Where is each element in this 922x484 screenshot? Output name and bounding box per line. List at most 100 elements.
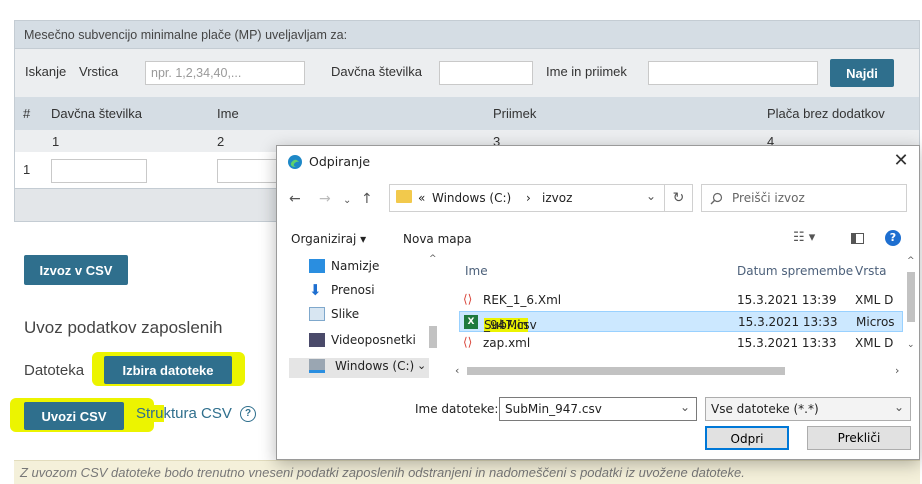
nav-item-windows-c[interactable]: Windows (C:) ⌄ bbox=[289, 358, 429, 378]
file-date: 15.3.2021 13:33 bbox=[737, 336, 837, 350]
folder-icon bbox=[396, 190, 412, 203]
open-button[interactable]: Odpri bbox=[705, 426, 789, 450]
search-placeholder: Preišči izvoz bbox=[732, 191, 805, 205]
file-type: XML D bbox=[855, 336, 894, 350]
scroll-right-icon[interactable]: › bbox=[895, 364, 899, 377]
panel-header: Mesečno subvencijo minimalne plače (MP) … bbox=[14, 20, 920, 49]
address-prefix: « bbox=[418, 191, 426, 205]
nav-item-label: Windows (C:) bbox=[335, 359, 415, 373]
col-number-1: 1 bbox=[52, 134, 60, 149]
col-type-header[interactable]: Vrsta bbox=[855, 264, 886, 278]
izbira-datoteke-button[interactable]: Izbira datoteke bbox=[104, 356, 232, 384]
col-date-header[interactable]: Datum spremembe bbox=[737, 264, 853, 278]
vrstica-label: Vrstica bbox=[79, 64, 119, 79]
file-type-filter[interactable]: Vse datoteke (*.*) ⌄ bbox=[705, 397, 911, 421]
address-dropdown-icon[interactable]: ⌄ bbox=[646, 189, 656, 203]
page-heading-cut bbox=[4, 0, 704, 6]
col-ime: Ime bbox=[217, 106, 239, 121]
expand-chevron-icon[interactable]: ⌄ bbox=[417, 359, 426, 372]
najdi-button[interactable]: Najdi bbox=[830, 59, 894, 87]
ime-priimek-label: Ime in priimek bbox=[546, 64, 627, 79]
help-icon[interactable]: ? bbox=[240, 406, 256, 422]
col-number-2: 2 bbox=[217, 134, 225, 149]
filename-dropdown-icon[interactable]: ⌄ bbox=[680, 400, 690, 414]
navigation-pane: Namizje ⬇ Prenosi Slike Videoposnetki Wi… bbox=[289, 254, 441, 380]
nav-scrollbar[interactable]: ^ bbox=[427, 254, 439, 380]
col-priimek: Priimek bbox=[493, 106, 537, 121]
file-row[interactable]: ⟨⟩ zap.xml 15.3.2021 13:33 XML D bbox=[459, 333, 903, 354]
footer-note: Z uvozom CSV datoteke bodo trenutno vnes… bbox=[14, 460, 920, 484]
vrstica-input[interactable] bbox=[145, 61, 305, 85]
dialog-title: Odpiranje bbox=[309, 154, 371, 169]
videos-icon bbox=[309, 333, 325, 347]
iskanje-label: Iskanje bbox=[25, 64, 67, 79]
row-ime-input[interactable] bbox=[217, 159, 277, 183]
edge-icon bbox=[288, 155, 302, 169]
back-arrow-icon[interactable]: ← bbox=[289, 191, 301, 207]
struktura-link-rest: ktura CSV bbox=[163, 405, 232, 422]
table-header: # Davčna številka Ime Priimek Plača brez… bbox=[14, 97, 920, 130]
file-name: REK_1_6.Xml bbox=[483, 293, 562, 307]
search-row: Iskanje Vrstica Davčna številka Ime in p… bbox=[14, 49, 920, 97]
footer-note-text: Z uvozom CSV datoteke bodo trenutno vnes… bbox=[20, 465, 745, 480]
address-bar[interactable]: « Windows (C:) › izvoz ⌄ bbox=[389, 184, 665, 212]
filter-dropdown-icon[interactable]: ⌄ bbox=[894, 400, 904, 414]
izvoz-csv-button[interactable]: Izvoz v CSV bbox=[24, 255, 128, 285]
file-name: zap.xml bbox=[483, 336, 531, 350]
scroll-thumb[interactable] bbox=[467, 367, 785, 375]
recent-chevron-icon[interactable]: ⌄ bbox=[343, 195, 351, 206]
search-box[interactable]: Preišči izvoz bbox=[701, 184, 907, 212]
cancel-button[interactable]: Prekliči bbox=[807, 426, 911, 450]
datoteka-label: Datoteka bbox=[24, 362, 85, 379]
forward-arrow-icon[interactable]: → bbox=[319, 191, 331, 207]
ime-priimek-input[interactable] bbox=[648, 61, 818, 85]
filename-input[interactable]: SubMin_947.csv ⌄ bbox=[499, 397, 697, 421]
pictures-icon bbox=[309, 307, 325, 321]
nav-item-label: Slike bbox=[331, 307, 360, 321]
nav-scroll-thumb[interactable] bbox=[429, 326, 437, 348]
file-scroll-thumb[interactable] bbox=[907, 272, 915, 322]
address-part-folder[interactable]: izvoz bbox=[542, 191, 572, 205]
davcna-label: Davčna številka bbox=[331, 64, 423, 79]
row-index: 1 bbox=[23, 162, 31, 177]
horizontal-scrollbar[interactable]: ‹ › bbox=[451, 362, 911, 380]
organize-menu[interactable]: Organiziraj ▾ bbox=[291, 232, 366, 246]
up-arrow-icon[interactable]: ↑ bbox=[361, 191, 373, 207]
address-part-drive[interactable]: Windows (C:) bbox=[432, 191, 511, 205]
dialog-toolbar: Organiziraj ▾ Nova mapa ☷ ▾ ? bbox=[277, 226, 919, 252]
scroll-left-icon[interactable]: ‹ bbox=[455, 364, 459, 377]
col-placa: Plača brez dodatkov bbox=[767, 106, 885, 121]
file-row-selected[interactable]: X SubMin _947.csv 15.3.2021 13:33 Micros bbox=[459, 311, 903, 332]
col-davcna: Davčna številka bbox=[51, 106, 143, 121]
drive-icon bbox=[309, 359, 325, 373]
file-vertical-scrollbar[interactable]: ^ ⌄ bbox=[905, 256, 917, 356]
col-hash: # bbox=[23, 106, 31, 121]
refresh-icon[interactable]: ↻ bbox=[665, 184, 693, 212]
xml-file-icon bbox=[463, 355, 477, 361]
nav-item-label: Prenosi bbox=[331, 283, 375, 297]
uvoz-section-title: Uvoz podatkov zaposlenih bbox=[24, 318, 223, 337]
uvozi-csv-button[interactable]: Uvozi CSV bbox=[24, 402, 124, 430]
search-icon bbox=[710, 192, 723, 205]
preview-pane-icon[interactable] bbox=[851, 233, 864, 244]
struktura-csv-link[interactable]: Struktura CSV bbox=[136, 405, 232, 422]
nav-item-label: Videoposnetki bbox=[331, 333, 416, 347]
davcna-input[interactable] bbox=[439, 61, 533, 85]
file-row[interactable]: ⟨⟩ REK_1_6.Xml 15.3.2021 13:39 XML D bbox=[459, 290, 903, 311]
filename-value: SubMin_947.csv bbox=[505, 402, 602, 416]
col-name-header[interactable]: Ime bbox=[465, 264, 488, 278]
download-icon: ⬇ bbox=[309, 281, 322, 299]
help-circle-icon[interactable]: ? bbox=[885, 230, 901, 246]
row-davcna-input[interactable] bbox=[51, 159, 147, 183]
file-date: 15.3.2021 13:33 bbox=[738, 315, 838, 329]
xml-file-icon: ⟨⟩ bbox=[463, 335, 473, 349]
file-name-rest: _947.csv bbox=[484, 318, 537, 332]
address-separator: › bbox=[526, 191, 531, 205]
file-type: XML D bbox=[855, 293, 894, 307]
filter-value: Vse datoteke (*.*) bbox=[711, 402, 819, 416]
new-folder-button[interactable]: Nova mapa bbox=[403, 232, 472, 246]
nav-item-label: Namizje bbox=[331, 259, 380, 273]
desktop-icon bbox=[309, 259, 325, 273]
close-icon[interactable]: ✕ bbox=[887, 148, 915, 174]
view-options-icon[interactable]: ☷ ▾ bbox=[793, 230, 815, 245]
